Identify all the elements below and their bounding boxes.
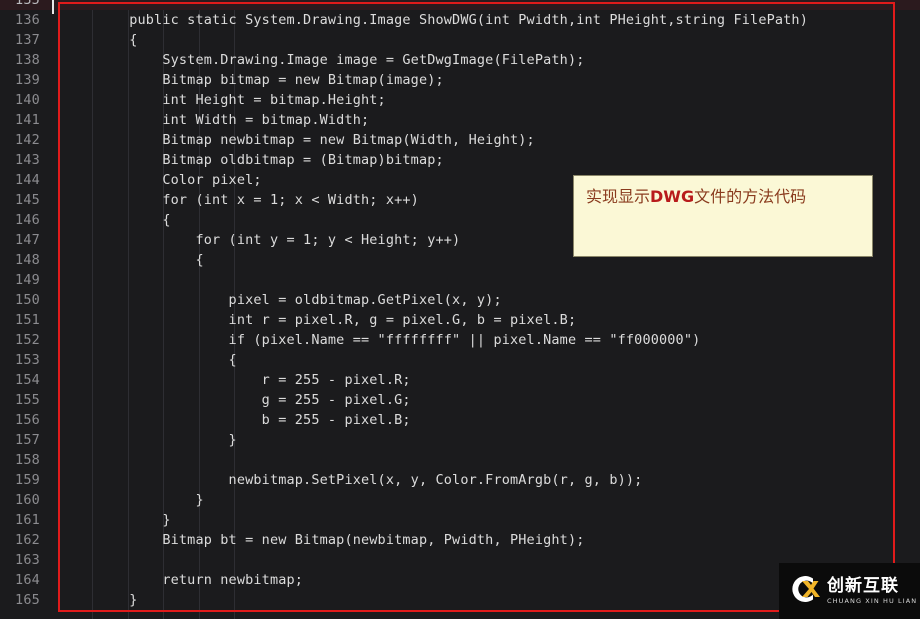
- code-line[interactable]: 151 int r = pixel.R, g = pixel.G, b = pi…: [0, 310, 920, 330]
- code-line[interactable]: 140 int Height = bitmap.Height;: [0, 90, 920, 110]
- line-number: 147: [15, 232, 40, 248]
- code-line[interactable]: 156 b = 255 - pixel.B;: [0, 410, 920, 430]
- line-text: r = 255 - pixel.R;: [63, 372, 411, 388]
- line-text: Bitmap bt = new Bitmap(newbitmap, Pwidth…: [63, 532, 585, 548]
- annotation-note: 实现显示DWG文件的方法代码: [573, 175, 873, 257]
- line-number: 161: [15, 512, 40, 528]
- line-text: }: [63, 512, 171, 528]
- note-text-after: 文件的方法代码: [694, 187, 807, 206]
- line-number: 137: [15, 32, 40, 48]
- line-number: 143: [15, 152, 40, 168]
- code-line[interactable]: 162 Bitmap bt = new Bitmap(newbitmap, Pw…: [0, 530, 920, 550]
- line-number: 155: [15, 392, 40, 408]
- line-text: newbitmap.SetPixel(x, y, Color.FromArgb(…: [63, 472, 643, 488]
- line-number: 151: [15, 312, 40, 328]
- code-line[interactable]: 158: [0, 450, 920, 470]
- line-number: 163: [15, 552, 40, 568]
- code-line[interactable]: 154 r = 255 - pixel.R;: [0, 370, 920, 390]
- line-number: 159: [15, 472, 40, 488]
- line-text: System.Drawing.Image image = GetDwgImage…: [63, 52, 585, 68]
- code-lines-container[interactable]: 135 136 public static System.Drawing.Imag…: [0, 0, 920, 610]
- line-number: 149: [15, 272, 40, 288]
- watermark-chinese: 创新互联: [827, 575, 899, 596]
- line-text: {: [63, 32, 138, 48]
- line-text: b = 255 - pixel.B;: [63, 412, 411, 428]
- line-text: int r = pixel.R, g = pixel.G, b = pixel.…: [63, 312, 577, 328]
- line-text: pixel = oldbitmap.GetPixel(x, y);: [63, 292, 502, 308]
- line-number: 148: [15, 252, 40, 268]
- code-line[interactable]: 150 pixel = oldbitmap.GetPixel(x, y);: [0, 290, 920, 310]
- code-line[interactable]: 137 {: [0, 30, 920, 50]
- line-text: Bitmap newbitmap = new Bitmap(Width, Hei…: [63, 132, 535, 148]
- watermark: 创新互联 CHUANG XIN HU LIAN: [779, 563, 920, 619]
- line-text: {: [63, 212, 171, 228]
- line-number: 138: [15, 52, 40, 68]
- line-number: 142: [15, 132, 40, 148]
- line-number: 152: [15, 332, 40, 348]
- watermark-pinyin: CHUANG XIN HU LIAN: [827, 596, 918, 605]
- line-text: Color pixel;: [63, 172, 262, 188]
- code-editor[interactable]: 135 136 public static System.Drawing.Imag…: [0, 0, 920, 619]
- line-text: for (int y = 1; y < Height; y++): [63, 232, 461, 248]
- line-text: }: [63, 592, 138, 608]
- line-number: 160: [15, 492, 40, 508]
- line-text: {: [63, 352, 237, 368]
- text-caret: [52, 0, 54, 14]
- line-number: 140: [15, 92, 40, 108]
- line-number: 145: [15, 192, 40, 208]
- line-number: 165: [15, 592, 40, 608]
- code-line[interactable]: 142 Bitmap newbitmap = new Bitmap(Width,…: [0, 130, 920, 150]
- line-text: int Width = bitmap.Width;: [63, 112, 370, 128]
- code-line[interactable]: 155 g = 255 - pixel.G;: [0, 390, 920, 410]
- line-text: }: [63, 492, 204, 508]
- line-text: Bitmap oldbitmap = (Bitmap)bitmap;: [63, 152, 444, 168]
- line-number: 158: [15, 452, 40, 468]
- line-number: 139: [15, 72, 40, 88]
- screenshot-root: 135 136 public static System.Drawing.Imag…: [0, 0, 920, 619]
- line-number: 162: [15, 532, 40, 548]
- line-text: g = 255 - pixel.G;: [63, 392, 411, 408]
- code-line[interactable]: 138 System.Drawing.Image image = GetDwgI…: [0, 50, 920, 70]
- code-line[interactable]: 159 newbitmap.SetPixel(x, y, Color.FromA…: [0, 470, 920, 490]
- line-text: if (pixel.Name == "ffffffff" || pixel.Na…: [63, 332, 701, 348]
- line-text: int Height = bitmap.Height;: [63, 92, 386, 108]
- line-number: 136: [15, 12, 40, 28]
- line-text: Bitmap bitmap = new Bitmap(image);: [63, 72, 444, 88]
- note-text-highlight: DWG: [650, 187, 695, 206]
- code-line[interactable]: 139 Bitmap bitmap = new Bitmap(image);: [0, 70, 920, 90]
- cx-logo-icon: [787, 572, 821, 610]
- code-line[interactable]: 141 int Width = bitmap.Width;: [0, 110, 920, 130]
- line-text: {: [63, 252, 204, 268]
- line-number: 164: [15, 572, 40, 588]
- line-number: 146: [15, 212, 40, 228]
- note-text-before: 实现显示: [586, 187, 651, 206]
- line-text: for (int x = 1; x < Width; x++): [63, 192, 419, 208]
- code-line[interactable]: 161 }: [0, 510, 920, 530]
- line-text: return newbitmap;: [63, 572, 304, 588]
- watermark-text: 创新互联 CHUANG XIN HU LIAN: [827, 575, 918, 606]
- line-number: 153: [15, 352, 40, 368]
- line-number: 156: [15, 412, 40, 428]
- code-line[interactable]: 152 if (pixel.Name == "ffffffff" || pixe…: [0, 330, 920, 350]
- line-text: public static System.Drawing.Image ShowD…: [63, 12, 808, 28]
- line-number: 141: [15, 112, 40, 128]
- code-line[interactable]: 160 }: [0, 490, 920, 510]
- line-text: }: [63, 432, 237, 448]
- line-number: 144: [15, 172, 40, 188]
- code-line[interactable]: 143 Bitmap oldbitmap = (Bitmap)bitmap;: [0, 150, 920, 170]
- line-number: 150: [15, 292, 40, 308]
- line-number: 157: [15, 432, 40, 448]
- line-number: 135: [15, 0, 40, 8]
- code-line[interactable]: 136 public static System.Drawing.Image S…: [0, 10, 920, 30]
- code-line[interactable]: 149: [0, 270, 920, 290]
- code-line[interactable]: 135: [0, 0, 920, 10]
- line-number: 154: [15, 372, 40, 388]
- code-line[interactable]: 157 }: [0, 430, 920, 450]
- code-line[interactable]: 153 {: [0, 350, 920, 370]
